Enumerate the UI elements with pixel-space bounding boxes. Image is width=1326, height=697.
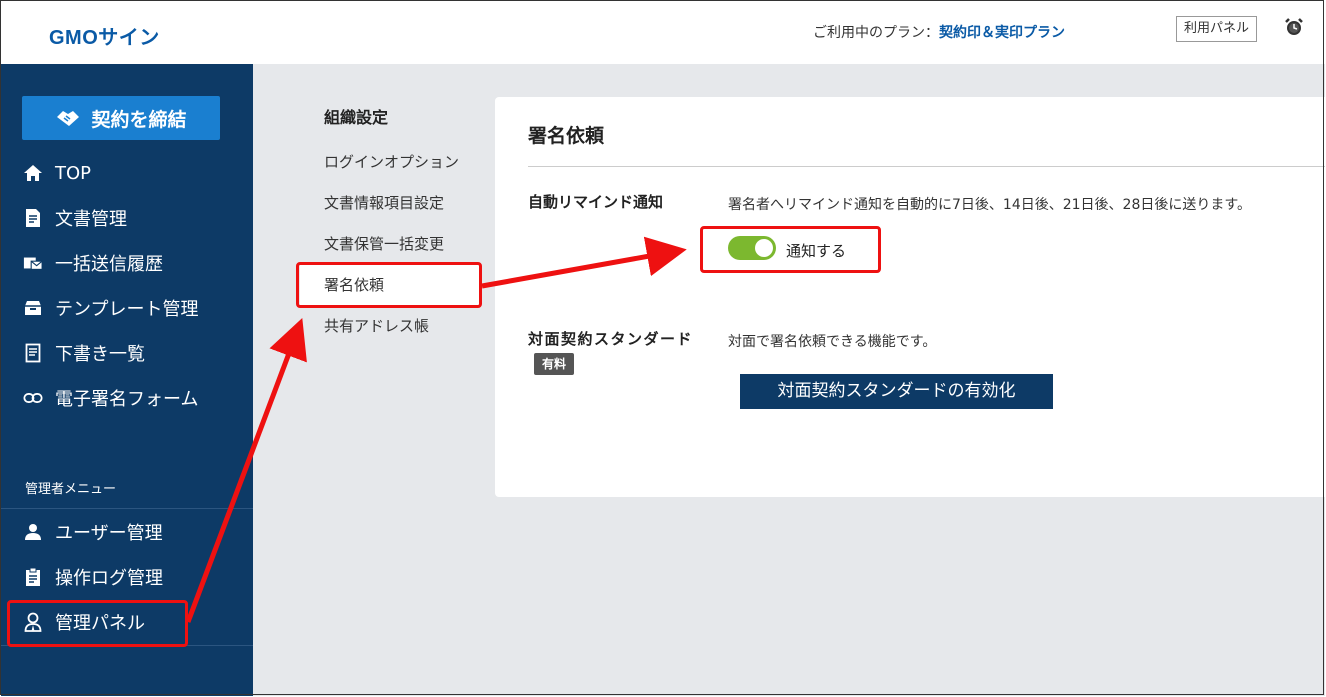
page-title: 署名依頼 (528, 125, 605, 147)
log-icon (23, 567, 43, 587)
sidebar-item-bulk-history[interactable]: 一括送信履歴 (1, 241, 253, 285)
enable-face-contract-button[interactable]: 対面契約スタンダードの有効化 (740, 374, 1053, 409)
face-contract-description: 対面で署名依頼できる機能です。 (728, 334, 937, 350)
divider (1, 645, 253, 646)
subnav-signature-request[interactable]: 署名依頼 (300, 265, 480, 305)
user-icon (23, 522, 43, 542)
sidebar-item-drafts[interactable]: 下書き一覧 (1, 331, 253, 375)
plan-name[interactable]: 契約印＆実印プラン (939, 25, 1065, 41)
sidebar-item-label: ユーザー管理 (55, 523, 163, 544)
face-contract-label: 対面契約スタンダード (528, 330, 694, 348)
sidebar-item-label: 文書管理 (55, 209, 127, 230)
sidebar: 契約を締結 TOP 文書管理 一括送信履歴 テンプレート管理 下書き一覧 電子署… (1, 64, 253, 696)
sidebar-item-label: 下書き一覧 (55, 344, 145, 365)
alarm-clock-icon[interactable] (1284, 17, 1304, 37)
auto-remind-label: 自動リマインド通知 (528, 193, 664, 211)
sidebar-item-top[interactable]: TOP (1, 151, 253, 195)
sidebar-item-documents[interactable]: 文書管理 (1, 196, 253, 240)
plan-info: ご利用中のプラン：契約印＆実印プラン (813, 22, 1065, 42)
subnav-doc-storage-bulk[interactable]: 文書保管一括変更 (300, 224, 480, 264)
sidebar-item-users[interactable]: ユーザー管理 (1, 510, 253, 554)
link-icon (23, 388, 43, 408)
auto-remind-description: 署名者へリマインド通知を自動的に7日後、14日後、21日後、28日後に送ります。 (728, 197, 1251, 213)
sidebar-item-label: テンプレート管理 (55, 299, 199, 320)
subnav-shared-address-book[interactable]: 共有アドレス帳 (300, 306, 480, 346)
admin-user-icon (23, 612, 43, 632)
header: GMOサイン ご利用中のプラン：契約印＆実印プラン 利用パネル (1, 1, 1325, 64)
sidebar-item-label: 操作ログ管理 (55, 568, 163, 589)
bulk-send-icon (23, 253, 43, 273)
template-icon (23, 298, 43, 318)
divider (528, 166, 1325, 167)
sidebar-item-operation-log[interactable]: 操作ログ管理 (1, 555, 253, 599)
divider (1, 508, 253, 509)
subnav-login-options[interactable]: ログインオプション (300, 142, 480, 182)
sidebar-item-templates[interactable]: テンプレート管理 (1, 286, 253, 330)
logo[interactable]: GMOサイン (49, 21, 160, 50)
home-icon (23, 163, 43, 183)
sidebar-item-label: 管理パネル (55, 613, 145, 634)
admin-menu-label: 管理者メニュー (25, 482, 117, 497)
sidebar-item-label: 電子署名フォーム (55, 389, 199, 410)
auto-remind-toggle[interactable] (728, 236, 776, 260)
sidebar-item-admin-panel[interactable]: 管理パネル (1, 600, 253, 644)
sidebar-item-esign-form[interactable]: 電子署名フォーム (1, 376, 253, 420)
usage-panel-button[interactable]: 利用パネル (1176, 16, 1258, 42)
sidebar-item-label: TOP (55, 162, 92, 184)
sign-contract-label: 契約を締結 (91, 108, 187, 131)
plan-prefix: ご利用中のプラン： (813, 25, 939, 41)
paid-badge: 有料 (534, 353, 575, 375)
sidebar-item-label: 一括送信履歴 (55, 254, 163, 275)
sign-contract-button[interactable]: 契約を締結 (22, 96, 220, 140)
document-icon (23, 208, 43, 228)
handshake-icon (57, 111, 80, 126)
draft-icon (23, 343, 43, 363)
toggle-knob (755, 239, 773, 257)
org-settings-title: 組織設定 (324, 108, 389, 127)
subnav-doc-info-fields[interactable]: 文書情報項目設定 (300, 183, 480, 223)
toggle-label: 通知する (786, 242, 847, 260)
settings-card: 署名依頼 自動リマインド通知 署名者へリマインド通知を自動的に7日後、14日後、… (495, 97, 1325, 497)
